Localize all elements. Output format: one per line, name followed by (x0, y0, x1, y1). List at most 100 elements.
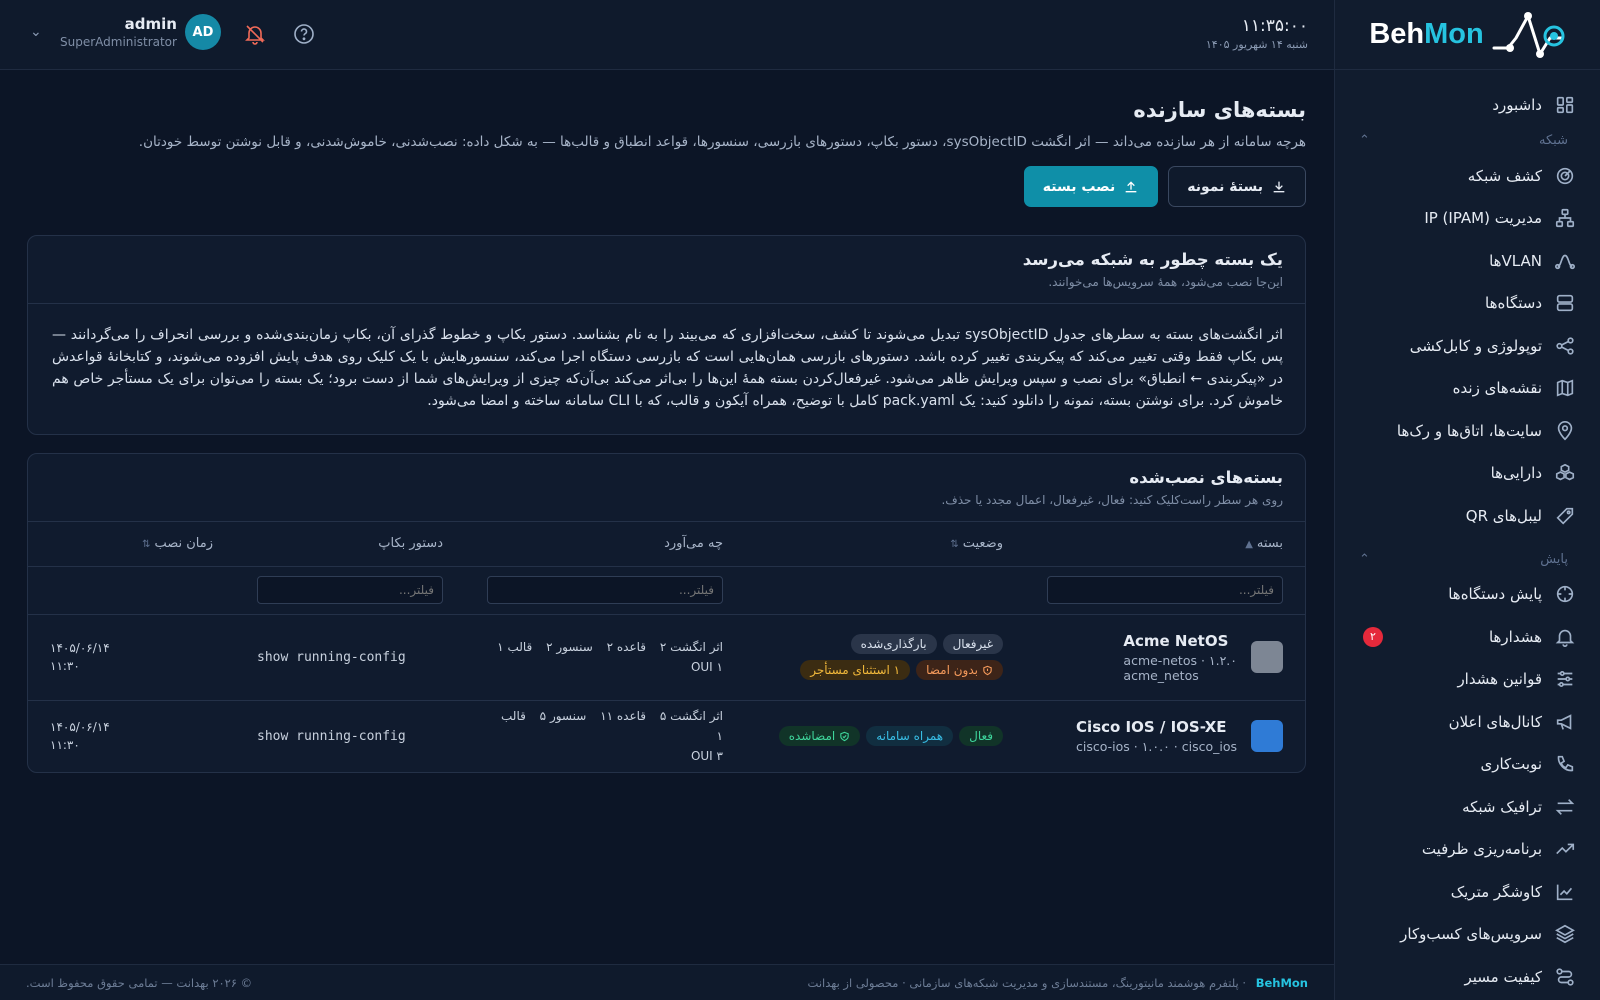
column-header-brings[interactable]: چه می‌آورد (465, 522, 745, 567)
sidebar-item-notification-channels[interactable]: کانال‌های اعلان (1335, 701, 1600, 744)
topbar: ۱۱:۳۵:۰۰ شنبه ۱۴ شهریور ۱۴۰۵ ⌄ admin Sup… (0, 0, 1334, 70)
sidebar-item-label: کاوشگر متریک (1450, 882, 1542, 901)
help-icon[interactable] (292, 22, 316, 46)
swap-icon (1554, 796, 1576, 818)
chevron-up-icon: ⌃ (1359, 133, 1370, 148)
package-filter-input[interactable] (1047, 576, 1283, 604)
table-row[interactable]: Acme NetOS acme-netos · ۱.۲.۰ acme_netos… (28, 614, 1305, 701)
brings-item: ۱ OUI (690, 660, 723, 674)
sidebar-item-on-call[interactable]: نوبت‌کاری (1335, 743, 1600, 786)
footer-product-of: محصولی از بهدانت (807, 975, 899, 990)
sidebar-item-label: برنامه‌ریزی ظرفیت (1421, 840, 1542, 859)
chart-icon (1554, 881, 1576, 903)
column-header-package[interactable]: بسته▲ (1025, 522, 1305, 567)
installed-at: ۱۴۰۵/۰۶/۱۴ ۱۱:۳۰ (50, 718, 213, 754)
signature-badge: امضاشده (778, 726, 861, 747)
sort-icon: ⇅ (142, 539, 151, 551)
sidebar-section-network[interactable]: شبکه ⌃ (1335, 127, 1600, 155)
sidebar-item-business-services[interactable]: سرویس‌های کسب‌وکار (1335, 913, 1600, 956)
column-header-installed[interactable]: زمان نصب⇅ (28, 522, 235, 567)
package-name: Acme NetOS (1123, 631, 1229, 650)
column-label: وضعیت (962, 536, 1003, 552)
shield-icon (840, 731, 849, 741)
sidebar-item-assets[interactable]: دارایی‌ها (1335, 452, 1600, 495)
info-card-header: یک بسته چطور به شبکه می‌رسد این‌جا نصب م… (28, 236, 1305, 304)
package-icon (1251, 641, 1283, 673)
brings-item: ۳ OUI (690, 749, 723, 764)
install-pack-button[interactable]: نصب بسته (1023, 166, 1159, 207)
brings-filter-input[interactable] (487, 576, 723, 604)
sort-icon: ⇅ (950, 539, 959, 551)
user-menu[interactable]: ⌄ admin SuperAdministrator AD (30, 14, 221, 50)
column-header-backup[interactable]: دستور بکاپ (235, 522, 465, 567)
upload-icon (1125, 180, 1137, 192)
backup-filter-input[interactable] (257, 576, 443, 604)
share-icon (1554, 335, 1576, 357)
info-card-body: اثر انگشت‌های بسته به سطرهای جدول sysObj… (52, 327, 1284, 409)
sidebar-item-ipam[interactable]: مدیریت IP (IPAM) (1335, 197, 1600, 240)
alerts-count-badge: ۲ (1363, 626, 1383, 647)
sidebar-item-path-quality[interactable]: کیفیت مسیر (1335, 956, 1600, 999)
brings-item: اثر انگشت ۵ (659, 709, 723, 724)
page-actions: بستهٔ نمونه نصب بسته (27, 166, 1306, 207)
pin-icon (1554, 420, 1576, 442)
status-badge: فعال (959, 726, 1003, 747)
logo[interactable]: BehMon (1335, 0, 1600, 70)
user-name: admin (124, 15, 177, 33)
sample-pack-button[interactable]: بستهٔ نمونه (1168, 166, 1306, 207)
brings-item: قاعده ۲ (606, 640, 646, 654)
sidebar-item-dashboard[interactable]: داشبورد (1335, 84, 1600, 127)
installed-at: ۱۴۰۵/۰۶/۱۴ ۱۱:۳۰ (50, 639, 213, 675)
sidebar-item-label: ترافیک شبکه (1462, 797, 1542, 816)
brand-name: BehMon (1369, 18, 1484, 50)
sidebar-item-label: VLANها (1489, 251, 1542, 270)
footer-tagline: پلتفرم هوشمند مانیتورینگ، مستندسازی و مد… (909, 975, 1239, 990)
signature-badge: بدون امضا (916, 660, 1003, 680)
sidebar-item-qr-labels[interactable]: لیبل‌های QR (1335, 495, 1600, 538)
brings-item: قاعده ۱۱ (600, 709, 646, 724)
notifications-muted-icon[interactable] (243, 22, 267, 46)
sidebar-item-alert-rules[interactable]: قوانین هشدار (1335, 658, 1600, 701)
megaphone-icon (1554, 711, 1576, 733)
sidebar-section-monitoring[interactable]: پایش ⌃ (1335, 545, 1600, 573)
sidebar-item-capacity[interactable]: برنامه‌ریزی ظرفیت (1335, 828, 1600, 871)
sidebar-item-device-monitoring[interactable]: پایش دستگاه‌ها (1335, 573, 1600, 616)
sidebar-item-discovery[interactable]: کشف شبکه (1335, 155, 1600, 198)
footer-brand[interactable]: BehMon (1256, 976, 1308, 990)
sidebar-item-alerts[interactable]: هشدارها ۲ (1335, 616, 1600, 659)
sidebar-item-vlan[interactable]: VLANها (1335, 240, 1600, 283)
sidebar-item-topology[interactable]: توپولوژی و کابل‌کشی (1335, 325, 1600, 368)
footer-left: BehMon · پلتفرم هوشمند مانیتورینگ، مستند… (807, 975, 1308, 990)
warning-icon (983, 665, 992, 675)
sidebar-item-metric-explorer[interactable]: کاوشگر متریک (1335, 871, 1600, 914)
sidebar-item-live-maps[interactable]: نقشه‌های زنده (1335, 367, 1600, 410)
installed-packs-header: بسته‌های نصب‌شده روی هر سطر راست‌کلیک کن… (28, 454, 1305, 522)
footer: BehMon · پلتفرم هوشمند مانیتورینگ، مستند… (0, 964, 1334, 1000)
sidebar-item-label: سرویس‌های کسب‌وکار (1400, 925, 1542, 944)
nav-menu: داشبورد شبکه ⌃ کشف شبکه مدیریت IP (IPAM)… (1335, 70, 1600, 998)
qr-icon (1554, 505, 1576, 527)
current-date: شنبه ۱۴ شهریور ۱۴۰۵ (1205, 38, 1308, 51)
packs-table: بسته▲ وضعیت⇅ چه می‌آورد دستور بکاپ زمان … (28, 522, 1305, 772)
clock: ۱۱:۳۵:۰۰ شنبه ۱۴ شهریور ۱۴۰۵ (1206, 16, 1308, 51)
column-label: دستور بکاپ (378, 536, 443, 552)
layers-icon (1554, 923, 1576, 945)
vlan-icon (1554, 250, 1576, 272)
sidebar-item-sites[interactable]: سایت‌ها، اتاق‌ها و رک‌ها (1335, 410, 1600, 453)
sidebar-item-traffic[interactable]: ترافیک شبکه (1335, 786, 1600, 829)
package-name: Cisco IOS / IOS-XE (1076, 718, 1227, 737)
avatar[interactable]: AD (184, 14, 221, 50)
badge-label: بدون امضا (926, 663, 978, 677)
sidebar-item-devices[interactable]: دستگاه‌ها (1335, 282, 1600, 325)
sidebar-item-label: کیفیت مسیر (1464, 967, 1543, 986)
table-row[interactable]: Cisco IOS / IOS-XE cisco-ios · ۱.۰.۰ · c… (28, 700, 1305, 772)
brings-cell: اثر انگشت ۲ قاعده ۲ سنسور ۲ قالب ۱ ۱ OUI (487, 637, 723, 677)
info-card-subtitle: این‌جا نصب می‌شود، همهٔ سرویس‌ها می‌خوان… (1048, 275, 1283, 289)
sidebar-item-label: نوبت‌کاری (1480, 755, 1542, 774)
installed-date: ۱۴۰۵/۰۶/۱۴ (50, 641, 110, 655)
sidebar-item-label: سایت‌ها، اتاق‌ها و رک‌ها (1396, 421, 1542, 440)
bell-icon (1554, 626, 1576, 648)
column-header-status[interactable]: وضعیت⇅ (745, 522, 1025, 567)
bundled-badge: همراه سامانه (866, 726, 954, 747)
download-icon (1273, 181, 1285, 192)
